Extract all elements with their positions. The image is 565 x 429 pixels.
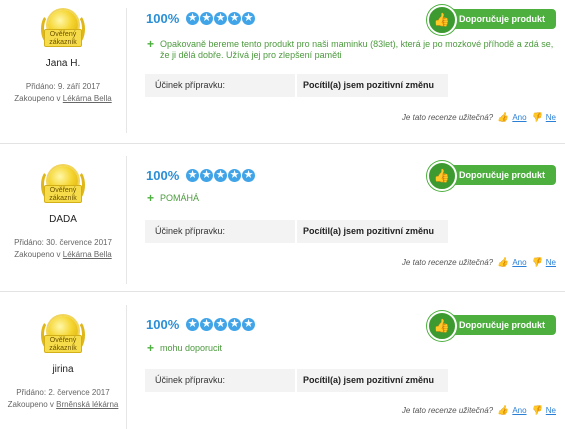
shop-link[interactable]: Lékárna Bella xyxy=(63,250,112,259)
bought-at: Zakoupeno v Lékárna Bella xyxy=(14,94,112,103)
star-icon: ★ xyxy=(228,318,241,331)
reviewer-info: Ověřený zákazník DADA Přidáno: 30. červe… xyxy=(0,166,126,261)
review-date: Přidáno: 9. září 2017 xyxy=(25,82,101,91)
vote-yes-link[interactable]: Ano xyxy=(512,113,526,122)
plus-icon: + xyxy=(147,37,155,51)
vote-no-link[interactable]: Ne xyxy=(546,258,556,267)
effect-table: Účinek přípravku: Pocítil(a) jsem poziti… xyxy=(145,74,448,97)
thumbs-down-icon: 👎 xyxy=(530,405,542,415)
star-icon: ★ xyxy=(200,318,213,331)
star-icon: ★ xyxy=(242,12,255,25)
star-icon: ★ xyxy=(242,318,255,331)
thumbs-up-icon: 👍 xyxy=(497,112,509,122)
rating-stars: ★ ★ ★ ★ ★ xyxy=(186,169,255,182)
shop-link[interactable]: Brněnská lékárna xyxy=(56,400,118,409)
star-icon: ★ xyxy=(242,169,255,182)
effect-label: Účinek přípravku: xyxy=(145,369,297,392)
review-usefulness: Je tato recenze užitečná? 👍 Ano 👎 Ne xyxy=(401,405,556,415)
star-icon: ★ xyxy=(200,12,213,25)
effect-value: Pocítil(a) jsem pozitivní změnu xyxy=(297,369,448,392)
rating-percent: 100% xyxy=(146,11,180,26)
verified-customer-badge-icon: Ověřený zákazník xyxy=(40,316,86,358)
effect-label: Účinek přípravku: xyxy=(145,74,297,97)
reviewer-info: Ověřený zákazník jirina Přidáno: 2. červ… xyxy=(0,316,126,411)
star-icon: ★ xyxy=(200,169,213,182)
star-icon: ★ xyxy=(228,169,241,182)
verified-customer-badge-icon: Ověřený zákazník xyxy=(40,166,86,208)
separator xyxy=(0,291,565,292)
reviewer-name: Jana H. xyxy=(45,58,81,69)
rating-stars: ★ ★ ★ ★ ★ xyxy=(186,12,255,25)
vote-yes-link[interactable]: Ano xyxy=(512,258,526,267)
reviewer-info: Ověřený zákazník Jana H. Přidáno: 9. zář… xyxy=(0,10,126,105)
recommends-product-badge: 👍 Doporučuje produkt xyxy=(427,311,556,341)
effect-label: Účinek přípravku: xyxy=(145,220,297,243)
thumbs-up-icon: 👍 xyxy=(497,405,509,415)
bought-at: Zakoupeno v Brněnská lékárna xyxy=(7,400,119,409)
bought-at: Zakoupeno v Lékárna Bella xyxy=(14,250,112,259)
effect-value: Pocítil(a) jsem pozitivní změnu xyxy=(297,74,448,97)
vote-no-link[interactable]: Ne xyxy=(546,113,556,122)
thumbs-up-icon: 👍 xyxy=(427,161,457,191)
review-text: POMÁHÁ xyxy=(160,193,200,203)
effect-value: Pocítil(a) jsem pozitivní změnu xyxy=(297,220,448,243)
rating-percent: 100% xyxy=(146,317,180,332)
divider xyxy=(126,8,127,133)
review-date: Přidáno: 2. července 2017 xyxy=(16,388,110,397)
review-text: mohu doporucit xyxy=(160,343,223,353)
plus-icon: + xyxy=(147,191,155,205)
star-icon: ★ xyxy=(214,12,227,25)
effect-table: Účinek přípravku: Pocítil(a) jsem poziti… xyxy=(145,220,448,243)
recommends-product-badge: 👍 Doporučuje produkt xyxy=(427,5,556,35)
recommends-product-badge: 👍 Doporučuje produkt xyxy=(427,161,556,191)
star-icon: ★ xyxy=(228,12,241,25)
effect-table: Účinek přípravku: Pocítil(a) jsem poziti… xyxy=(145,369,448,392)
rating-percent: 100% xyxy=(146,168,180,183)
plus-icon: + xyxy=(147,341,155,355)
thumbs-up-icon: 👍 xyxy=(497,257,509,267)
verified-customer-badge-icon: Ověřený zákazník xyxy=(40,10,86,52)
shop-link[interactable]: Lékárna Bella xyxy=(63,94,112,103)
star-icon: ★ xyxy=(214,169,227,182)
thumbs-up-icon: 👍 xyxy=(427,311,457,341)
star-icon: ★ xyxy=(186,169,199,182)
thumbs-down-icon: 👎 xyxy=(530,112,542,122)
vote-yes-link[interactable]: Ano xyxy=(512,406,526,415)
review-usefulness: Je tato recenze užitečná? 👍 Ano 👎 Ne xyxy=(401,112,556,122)
reviewer-name: DADA xyxy=(49,214,77,225)
thumbs-up-icon: 👍 xyxy=(427,5,457,35)
divider xyxy=(126,156,127,284)
rating-stars: ★ ★ ★ ★ ★ xyxy=(186,318,255,331)
review-date: Přidáno: 30. července 2017 xyxy=(14,238,112,247)
review-usefulness: Je tato recenze užitečná? 👍 Ano 👎 Ne xyxy=(401,257,556,267)
divider xyxy=(126,305,127,429)
reviewer-name: jirina xyxy=(52,364,74,375)
star-icon: ★ xyxy=(186,12,199,25)
vote-no-link[interactable]: Ne xyxy=(546,406,556,415)
star-icon: ★ xyxy=(186,318,199,331)
star-icon: ★ xyxy=(214,318,227,331)
thumbs-down-icon: 👎 xyxy=(530,257,542,267)
review-text: Opakovaně bereme tento produkt pro naši … xyxy=(160,39,554,60)
separator xyxy=(0,143,565,144)
